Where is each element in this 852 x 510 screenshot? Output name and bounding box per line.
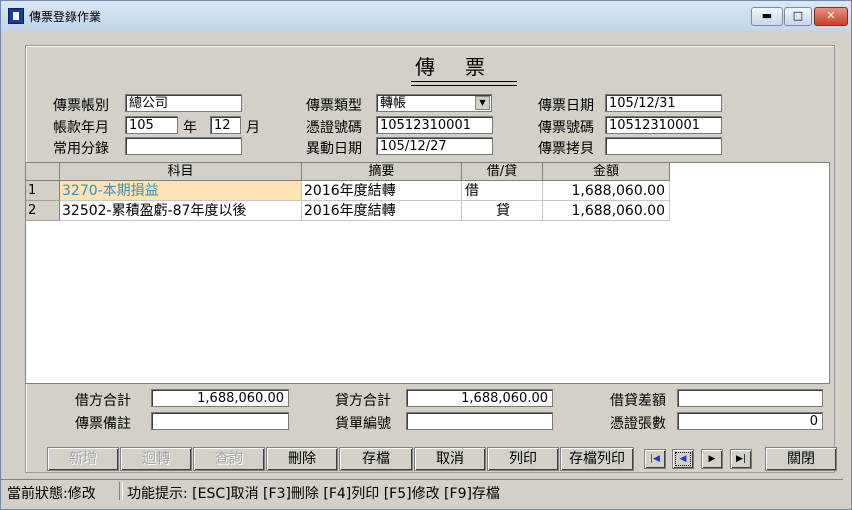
- chevron-down-icon[interactable]: ▼: [475, 96, 490, 110]
- month-field[interactable]: 12: [210, 116, 241, 134]
- account-type-label: 傳票帳別: [53, 98, 109, 114]
- reverse-button[interactable]: 迴轉: [120, 447, 192, 471]
- voucher-date-label: 傳票日期: [538, 98, 594, 114]
- query-button[interactable]: 查詢: [193, 447, 265, 471]
- status-state: 當前狀態:修改: [7, 486, 96, 502]
- grid-cell-amount[interactable]: 1,688,060.00: [543, 201, 670, 221]
- add-button[interactable]: 新增: [47, 447, 119, 471]
- voucher-type-label: 傳票類型: [306, 98, 362, 114]
- row-header[interactable]: 2: [26, 201, 60, 221]
- change-date-field[interactable]: 105/12/27: [376, 137, 493, 155]
- month-unit: 月: [246, 120, 260, 136]
- column-header-amount[interactable]: 金額: [543, 163, 670, 181]
- proof-count-field[interactable]: 0: [677, 412, 823, 430]
- remark-label: 傳票備註: [75, 416, 131, 432]
- grid-cell-dc[interactable]: 貸: [462, 201, 543, 221]
- remark-field[interactable]: [151, 412, 289, 430]
- grid-cell-summary[interactable]: 2016年度結轉: [302, 201, 462, 221]
- debit-total-label: 借方合計: [75, 393, 131, 409]
- debit-total-field: 1,688,060.00: [151, 389, 289, 407]
- common-entry-label: 常用分錄: [53, 141, 109, 157]
- voucher-copy-label: 傳票拷貝: [538, 141, 594, 157]
- voucher-proof-field[interactable]: 10512310001: [376, 116, 493, 134]
- column-header-dc[interactable]: 借/貸: [462, 163, 543, 181]
- voucher-title: 傳票: [415, 55, 515, 79]
- year-field[interactable]: 105: [125, 116, 178, 134]
- voucher-type-select[interactable]: 轉帳 ▼: [376, 94, 492, 112]
- common-entry-field[interactable]: [125, 137, 242, 155]
- voucher-no-label: 傳票號碼: [538, 120, 594, 136]
- column-header-account[interactable]: 科目: [60, 163, 302, 181]
- cancel-button[interactable]: 取消: [414, 447, 486, 471]
- prev-record-icon[interactable]: ◀: [672, 449, 694, 469]
- diff-label: 借貸差額: [610, 393, 666, 409]
- window-title: 傳票登錄作業: [29, 10, 102, 24]
- row-header[interactable]: 1: [26, 181, 60, 201]
- column-header-summary[interactable]: 摘要: [302, 163, 462, 181]
- grid-cell-amount[interactable]: 1,688,060.00: [543, 181, 670, 201]
- grid-cell-account[interactable]: 32502-累積盈虧-87年度以後: [60, 201, 302, 221]
- entries-grid[interactable]: 科目 摘要 借/貸 金額 1 3270-本期損益 2016年度結轉 借 1,68…: [25, 162, 830, 384]
- app-icon: [8, 8, 24, 24]
- save-print-button[interactable]: 存檔列印: [560, 447, 634, 471]
- delete-button[interactable]: 刪除: [266, 447, 338, 471]
- save-button[interactable]: 存檔: [339, 447, 413, 471]
- title-underline: [411, 81, 517, 86]
- close-button[interactable]: 關閉: [765, 447, 837, 471]
- diff-field: [677, 389, 823, 407]
- next-record-icon[interactable]: ▶: [701, 449, 723, 469]
- bill-no-label: 貨單編號: [335, 416, 391, 432]
- voucher-date-field[interactable]: 105/12/31: [605, 94, 722, 112]
- year-unit: 年: [183, 120, 197, 136]
- credit-total-field: 1,688,060.00: [406, 389, 553, 407]
- status-bar: 當前狀態:修改 功能提示: [ESC]取消 [F3]刪除 [F4]列印 [F5]…: [1, 479, 843, 502]
- voucher-copy-field[interactable]: [605, 137, 722, 155]
- grid-corner: [26, 163, 60, 181]
- voucher-type-value: 轉帳: [380, 96, 407, 111]
- last-record-icon[interactable]: ▶|: [730, 449, 752, 469]
- proof-count-label: 憑證張數: [610, 416, 666, 432]
- period-label: 帳款年月: [53, 120, 109, 136]
- bill-no-field[interactable]: [406, 412, 553, 430]
- minimize-button[interactable]: ▬: [751, 7, 783, 26]
- title-bar: 傳票登錄作業 ▬ □ ✕: [1, 1, 851, 31]
- voucher-no-field[interactable]: 10512310001: [605, 116, 722, 134]
- grid-cell-dc[interactable]: 借: [462, 181, 543, 201]
- main-window: 傳票登錄作業 ▬ □ ✕ 傳票 傳票帳別 總公司 帳款年月 105 年 12 月…: [0, 0, 852, 510]
- account-type-field[interactable]: 總公司: [125, 94, 242, 112]
- maximize-button[interactable]: □: [784, 7, 812, 26]
- status-separator: [119, 482, 123, 500]
- grid-cell-account[interactable]: 3270-本期損益: [60, 181, 302, 201]
- credit-total-label: 貸方合計: [335, 393, 391, 409]
- voucher-proof-label: 憑證號碼: [306, 120, 362, 136]
- close-window-button[interactable]: ✕: [814, 7, 848, 26]
- status-hint: 功能提示: [ESC]取消 [F3]刪除 [F4]列印 [F5]修改 [F9]存…: [127, 486, 500, 502]
- print-button[interactable]: 列印: [487, 447, 559, 471]
- change-date-label: 異動日期: [306, 141, 362, 157]
- first-record-icon[interactable]: |◀: [644, 449, 666, 469]
- grid-cell-summary[interactable]: 2016年度結轉: [302, 181, 462, 201]
